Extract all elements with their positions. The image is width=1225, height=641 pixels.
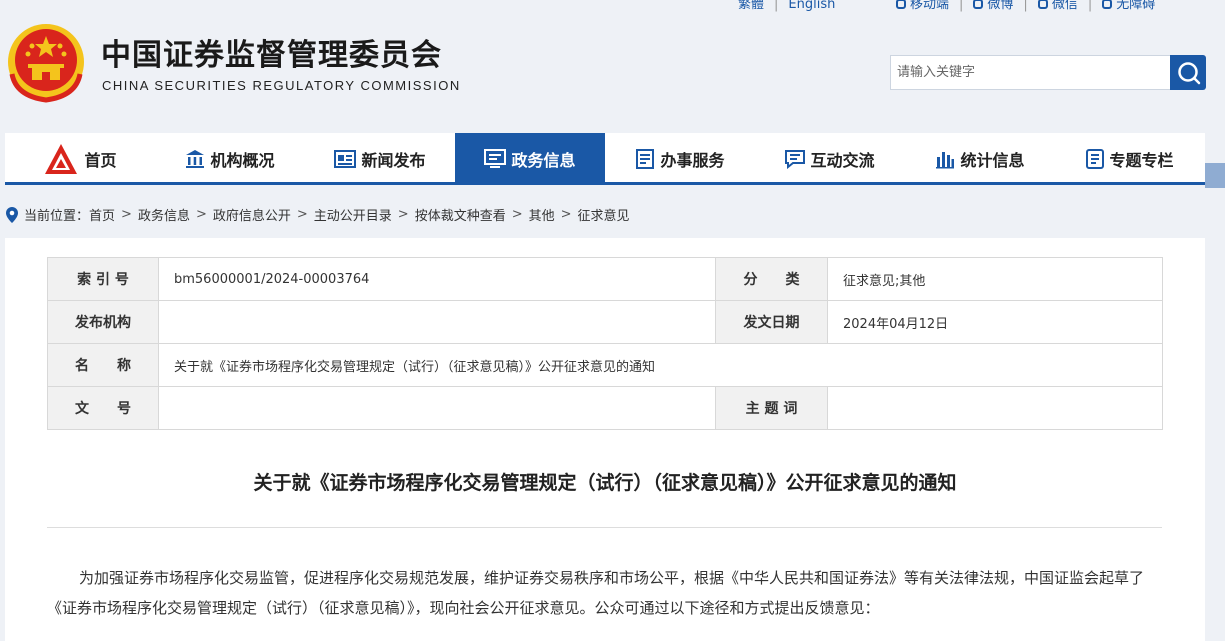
breadcrumb-item[interactable]: 首页 bbox=[89, 205, 115, 224]
site-title: 中国证券监督管理委员会 bbox=[101, 38, 442, 73]
breadcrumb-item[interactable]: 主动公开目录 bbox=[314, 205, 392, 224]
search-button[interactable] bbox=[1170, 55, 1206, 90]
name-value: 关于就《证券市场程序化交易管理规定（试行）（征求意见稿）》公开征求意见的通知 bbox=[158, 343, 1163, 387]
nav-home[interactable]: 首页 bbox=[5, 133, 155, 185]
nav-label: 统计信息 bbox=[960, 151, 1025, 170]
nav-label: 政务信息 bbox=[511, 151, 576, 170]
publisher-value bbox=[158, 300, 716, 344]
nav-interaction[interactable]: 互动交流 bbox=[755, 133, 905, 185]
publisher-label: 发布机构 bbox=[47, 300, 159, 344]
breadcrumb-prefix: 当前位置： bbox=[24, 209, 90, 224]
site-subtitle: CHINA SECURITIES REGULATORY COMMISSION bbox=[102, 78, 461, 93]
nav-side-strip bbox=[1205, 163, 1225, 188]
news-icon bbox=[334, 150, 357, 168]
location-pin-icon bbox=[6, 206, 18, 223]
nav-news[interactable]: 新闻发布 bbox=[305, 133, 455, 185]
nav-gov-info[interactable]: 政务信息 bbox=[455, 133, 605, 185]
index-label: 索 引 号 bbox=[47, 257, 159, 301]
breadcrumb-item[interactable]: 政府信息公开 bbox=[213, 205, 291, 224]
category-value: 征求意见;其他 bbox=[827, 257, 1163, 301]
search-icon bbox=[1178, 62, 1201, 85]
breadcrumb: 当前位置： 首页 > 政务信息 > 政府信息公开 > 主动公开目录 > 按体裁文… bbox=[6, 205, 630, 224]
site-header: 中国证券监督管理委员会 CHINA SECURITIES REGULATORY … bbox=[0, 0, 1225, 128]
content-panel: 索 引 号 bm56000001/2024-00003764 分 类 征求意见;… bbox=[5, 238, 1205, 641]
keywords-value bbox=[827, 386, 1163, 430]
title-divider bbox=[47, 527, 1162, 528]
breadcrumb-item[interactable]: 征求意见 bbox=[578, 205, 630, 224]
nav-services[interactable]: 办事服务 bbox=[605, 133, 755, 185]
table-row: 文 号 主 题 词 bbox=[47, 386, 1163, 430]
search-box bbox=[890, 55, 1206, 90]
nav-statistics[interactable]: 统计信息 bbox=[905, 133, 1055, 185]
table-row: 发布机构 发文日期 2024年04月12日 bbox=[47, 300, 1163, 344]
chevron-right-icon: > bbox=[296, 207, 308, 222]
nav-label: 专题专栏 bbox=[1109, 151, 1174, 170]
main-nav: 首页 机构概况 新闻发布 政务信息 办事服务 互动交流 统计信息 专题专栏 bbox=[5, 133, 1205, 185]
docno-label: 文 号 bbox=[47, 386, 159, 430]
breadcrumb-item[interactable]: 政务信息 bbox=[138, 205, 190, 224]
nav-about[interactable]: 机构概况 bbox=[155, 133, 305, 185]
docno-value bbox=[158, 386, 716, 430]
article-title: 关于就《证券市场程序化交易管理规定（试行）（征求意见稿）》公开征求意见的通知 bbox=[253, 472, 957, 494]
chat-icon bbox=[785, 149, 806, 169]
chevron-right-icon: > bbox=[560, 207, 572, 222]
search-input[interactable] bbox=[890, 55, 1172, 90]
table-row: 索 引 号 bm56000001/2024-00003764 分 类 征求意见;… bbox=[47, 257, 1163, 301]
keywords-label: 主 题 词 bbox=[715, 386, 828, 430]
logo-icon bbox=[43, 142, 79, 176]
building-icon bbox=[185, 149, 205, 169]
date-value: 2024年04月12日 bbox=[827, 300, 1163, 344]
name-label: 名 称 bbox=[47, 343, 159, 387]
chart-icon bbox=[935, 149, 955, 169]
national-emblem-icon[interactable] bbox=[6, 22, 86, 104]
service-icon bbox=[635, 149, 655, 169]
nav-label: 机构概况 bbox=[210, 151, 275, 170]
breadcrumb-item[interactable]: 按体裁文种查看 bbox=[415, 205, 506, 224]
date-label: 发文日期 bbox=[715, 300, 828, 344]
info-icon bbox=[484, 149, 507, 169]
chevron-right-icon: > bbox=[397, 207, 409, 222]
category-label: 分 类 bbox=[715, 257, 828, 301]
nav-label: 办事服务 bbox=[660, 151, 725, 170]
chevron-right-icon: > bbox=[511, 207, 523, 222]
topic-icon bbox=[1086, 149, 1105, 169]
breadcrumb-item[interactable]: 其他 bbox=[529, 205, 555, 224]
nav-topics[interactable]: 专题专栏 bbox=[1055, 133, 1205, 185]
chevron-right-icon: > bbox=[121, 207, 132, 222]
nav-label: 首页 bbox=[84, 151, 117, 170]
nav-label: 互动交流 bbox=[810, 151, 875, 170]
article-paragraph: 为加强证券市场程序化交易监管，促进程序化交易规范发展，维护证券交易秩序和市场公平… bbox=[47, 569, 1145, 617]
nav-label: 新闻发布 bbox=[361, 151, 426, 170]
table-row: 名 称 关于就《证券市场程序化交易管理规定（试行）（征求意见稿）》公开征求意见的… bbox=[47, 343, 1163, 387]
document-metadata-table: 索 引 号 bm56000001/2024-00003764 分 类 征求意见;… bbox=[47, 257, 1163, 430]
index-value: bm56000001/2024-00003764 bbox=[158, 257, 716, 301]
chevron-right-icon: > bbox=[195, 207, 207, 222]
